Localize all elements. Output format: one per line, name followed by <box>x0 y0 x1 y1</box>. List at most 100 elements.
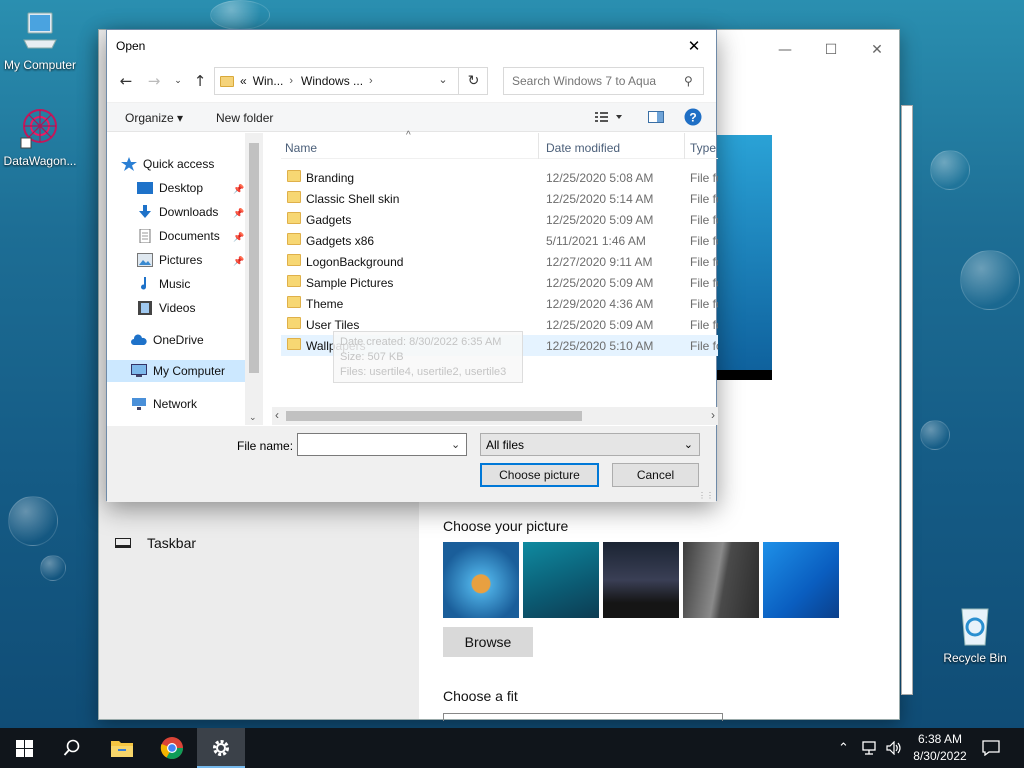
hscrollbar-thumb[interactable] <box>286 411 582 421</box>
file-name-label: File name: <box>237 439 294 453</box>
file-type: File fo <box>690 192 718 206</box>
browse-button[interactable]: Browse <box>443 627 533 657</box>
file-name-input[interactable] <box>297 433 467 456</box>
nav-quick-access[interactable]: Quick access <box>121 153 214 175</box>
clock-date: 8/30/2022 <box>913 749 967 763</box>
nav-network[interactable]: Network <box>131 393 197 415</box>
volume-icon[interactable] <box>886 728 902 768</box>
minimize-button[interactable]: — <box>765 38 805 62</box>
breadcrumb-item[interactable]: Win... <box>253 74 284 88</box>
choose-picture-button[interactable]: Choose picture <box>480 463 599 487</box>
fit-dropdown[interactable] <box>443 713 723 721</box>
file-row[interactable]: Gadgets x86 5/11/2021 1:46 AM File fo <box>281 230 718 251</box>
preview-pane-icon[interactable] <box>648 110 664 127</box>
picture-thumb[interactable] <box>683 542 759 618</box>
file-date: 12/25/2020 5:09 AM <box>546 213 654 227</box>
maximize-button[interactable]: ☐ <box>811 38 851 62</box>
close-button[interactable]: ✕ <box>857 38 897 62</box>
notifications-icon[interactable] <box>982 728 1000 768</box>
download-arrow-icon <box>139 205 151 218</box>
gear-icon <box>213 740 229 756</box>
desktop-icon-my-computer[interactable]: My Computer <box>0 10 80 72</box>
network-tray-icon[interactable] <box>862 728 880 768</box>
organize-label: Organize <box>125 111 174 125</box>
help-icon[interactable]: ? <box>684 108 702 129</box>
forward-arrow-icon[interactable]: → <box>143 70 165 92</box>
picture-thumb[interactable] <box>443 542 519 618</box>
file-type-filter-value: All files <box>486 438 525 452</box>
settings-button[interactable] <box>197 728 245 768</box>
settings-nav-label: Taskbar <box>147 535 197 551</box>
back-arrow-icon[interactable]: ← <box>115 70 137 92</box>
picture-thumb[interactable] <box>523 542 599 618</box>
file-list-hscrollbar[interactable]: ‹ › <box>272 407 718 425</box>
film-icon <box>138 301 152 315</box>
chevron-right-icon[interactable]: › <box>711 408 715 422</box>
file-explorer-button[interactable] <box>98 728 146 768</box>
nav-desktop[interactable]: Desktop <box>137 177 203 199</box>
nav-scrollbar-thumb[interactable] <box>249 143 259 373</box>
file-row[interactable]: Classic Shell skin 12/25/2020 5:14 AM File… <box>281 188 718 209</box>
chevron-down-icon[interactable]: ⌄ <box>249 412 257 423</box>
taskbar-icon <box>115 538 131 548</box>
desktop-bubble <box>40 555 66 581</box>
system-clock[interactable]: 6:38 AM 8/30/2022 <box>908 731 972 765</box>
chevron-right-icon[interactable]: › <box>289 75 293 87</box>
settings-nav-taskbar[interactable]: Taskbar <box>115 535 196 551</box>
new-folder-button[interactable]: New folder <box>216 111 273 125</box>
desktop-icon-datawagon[interactable]: DataWagon... <box>0 106 80 168</box>
chrome-button[interactable] <box>148 728 196 768</box>
cancel-button[interactable]: Cancel <box>612 463 699 487</box>
folder-icon <box>287 191 301 203</box>
folder-icon <box>287 317 301 329</box>
nav-scrollbar[interactable]: ⌄ <box>245 133 263 425</box>
breadcrumb-item[interactable]: Windows ... <box>301 74 363 88</box>
column-name[interactable]: Name <box>285 141 317 155</box>
desktop-icon-recycle-bin[interactable]: Recycle Bin <box>935 603 1015 665</box>
view-options-icon[interactable] <box>594 110 624 127</box>
column-type[interactable]: Type <box>690 141 716 155</box>
picture-thumbnails <box>443 542 839 618</box>
file-row[interactable]: Gadgets 12/25/2020 5:09 AM File fo <box>281 209 718 230</box>
close-icon[interactable]: ✕ <box>680 35 708 57</box>
nav-music[interactable]: Music <box>137 273 190 295</box>
file-row[interactable]: Sample Pictures 12/25/2020 5:09 AM File fo <box>281 272 718 293</box>
file-name: Sample Pictures <box>306 276 394 290</box>
search-input[interactable] <box>503 67 704 95</box>
search-button[interactable] <box>48 728 96 768</box>
nav-onedrive[interactable]: OneDrive <box>131 329 204 351</box>
nav-pictures[interactable]: Pictures <box>137 249 202 271</box>
organize-menu[interactable]: Organize ▾ <box>125 111 183 125</box>
nav-my-computer[interactable]: My Computer <box>107 360 245 382</box>
start-button[interactable] <box>0 728 48 768</box>
up-arrow-icon[interactable]: ↑ <box>189 70 211 92</box>
picture-thumb[interactable] <box>763 542 839 618</box>
breadcrumb-overflow[interactable]: « <box>240 74 247 88</box>
nav-downloads[interactable]: Downloads <box>137 201 218 223</box>
nav-videos[interactable]: Videos <box>137 297 195 319</box>
chevron-down-icon: ⌄ <box>683 439 693 451</box>
column-separator[interactable] <box>538 133 539 159</box>
file-name-dropdown-icon[interactable]: ⌄ <box>451 438 460 451</box>
folder-icon <box>220 75 234 87</box>
file-row[interactable]: LogonBackground 12/27/2020 9:11 AM File fo <box>281 251 718 272</box>
nav-documents[interactable]: Documents <box>137 225 220 247</box>
recent-locations-chevron-icon[interactable]: ⌄ <box>167 70 189 92</box>
tooltip-line: Date created: 8/30/2022 6:35 AM <box>340 336 502 348</box>
address-dropdown-icon[interactable]: ⌄ <box>429 67 457 95</box>
file-row[interactable]: Branding 12/25/2020 5:08 AM File fo <box>281 167 718 188</box>
picture-thumb[interactable] <box>603 542 679 618</box>
refresh-icon[interactable]: ↻ <box>458 67 488 95</box>
resize-grip-icon[interactable]: ⋮⋮ <box>698 491 714 500</box>
column-separator[interactable] <box>684 133 685 159</box>
chevron-left-icon[interactable]: ‹ <box>275 408 279 422</box>
column-date-modified[interactable]: Date modified <box>546 141 620 155</box>
tray-chevron-up-icon[interactable]: ⌃ <box>838 728 849 768</box>
nav-label: Music <box>159 277 191 291</box>
file-row[interactable]: Theme 12/29/2020 4:36 AM File fo <box>281 293 718 314</box>
svg-text:?: ? <box>689 111 696 125</box>
choose-fit-heading: Choose a fit <box>443 688 518 704</box>
chevron-right-icon[interactable]: › <box>369 75 373 87</box>
file-type-filter[interactable]: All files ⌄ <box>480 433 700 456</box>
file-name: Classic Shell skin <box>306 192 400 206</box>
